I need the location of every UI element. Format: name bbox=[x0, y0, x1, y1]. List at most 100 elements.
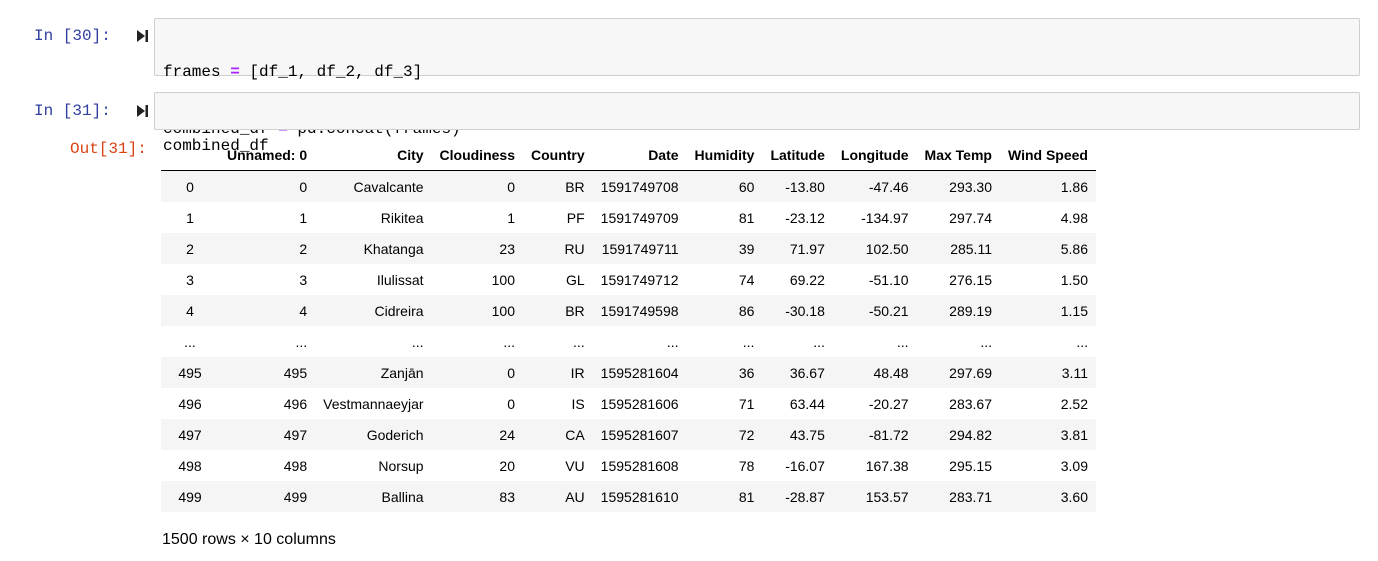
table-cell: 1595281604 bbox=[600, 364, 679, 381]
table-cell: BR bbox=[565, 302, 585, 319]
table-cell: 81 bbox=[738, 209, 755, 226]
step-forward-icon[interactable] bbox=[135, 29, 149, 43]
table-cell: Cavalcante bbox=[353, 178, 424, 195]
table-cell: 1.86 bbox=[1060, 178, 1088, 195]
table-cell: ... bbox=[1076, 333, 1088, 350]
table-cell: Cidreira bbox=[374, 302, 424, 319]
output-prompt: Out[31]: bbox=[70, 140, 147, 158]
table-cell: 4 bbox=[299, 302, 308, 319]
input-prompt: In [30]: bbox=[34, 27, 111, 45]
table-cell: 0 bbox=[507, 178, 515, 195]
index-header bbox=[161, 140, 219, 171]
table-cell: 1595281610 bbox=[600, 488, 679, 505]
table-cell: CA bbox=[565, 426, 585, 443]
column-header: Wind Speed bbox=[999, 140, 1096, 171]
table-cell: 2 bbox=[299, 240, 308, 257]
table-cell: 3.60 bbox=[1060, 488, 1088, 505]
table-row: 497 497 Goderich 24 CA 1595281607 72 43.75 -81.7… bbox=[161, 419, 1096, 450]
row-index: 0 bbox=[186, 178, 194, 195]
table-cell: 0 bbox=[507, 364, 515, 381]
dataframe-table: Unnamed: 0 City Cloudiness Country Date Humid… bbox=[161, 140, 1096, 512]
table-cell: 293.30 bbox=[949, 178, 992, 195]
column-header: Unnamed: 0 bbox=[219, 140, 316, 171]
table-cell: 1595281608 bbox=[600, 457, 679, 474]
table-cell: 23 bbox=[499, 240, 515, 257]
table-cell: IR bbox=[570, 364, 585, 381]
table-cell: 0 bbox=[299, 178, 308, 195]
table-cell: 63.44 bbox=[789, 395, 825, 412]
table-cell: 1 bbox=[299, 209, 308, 226]
code-input[interactable]: combined_df bbox=[154, 92, 1360, 155]
table-cell: ... bbox=[980, 333, 992, 350]
table-cell: 60 bbox=[738, 178, 755, 195]
table-cell: AU bbox=[565, 488, 585, 505]
table-cell: 499 bbox=[283, 488, 308, 505]
table-cell: ... bbox=[411, 333, 424, 350]
table-cell: 285.11 bbox=[950, 240, 992, 257]
table-row: 499 499 Ballina 83 AU 1595281610 81 -28.87 153.5… bbox=[161, 481, 1096, 512]
table-cell: 496 bbox=[283, 395, 308, 412]
table-cell: 72 bbox=[738, 426, 755, 443]
table-cell: 71.97 bbox=[789, 240, 825, 257]
table-cell: -51.10 bbox=[868, 271, 909, 288]
table-cell: GL bbox=[565, 271, 585, 288]
table-cell: 276.15 bbox=[949, 271, 992, 288]
table-cell: ... bbox=[295, 333, 308, 350]
table-cell: Goderich bbox=[366, 426, 424, 443]
table-cell: IS bbox=[571, 395, 585, 412]
column-header: Cloudiness bbox=[431, 140, 523, 171]
table-cell: -30.18 bbox=[785, 302, 825, 319]
table-cell: VU bbox=[565, 457, 585, 474]
table-cell: -23.12 bbox=[785, 209, 825, 226]
table-cell: 100 bbox=[491, 302, 515, 319]
table-row: 0 0 Cavalcante 0 BR 1591749708 60 -13.80 -47.46 2… bbox=[161, 170, 1096, 202]
table-row: ................................. bbox=[161, 326, 1096, 357]
table-cell: RU bbox=[564, 240, 585, 257]
table-cell: 3.09 bbox=[1060, 457, 1088, 474]
table-cell: 2.52 bbox=[1060, 395, 1088, 412]
table-cell: 71 bbox=[738, 395, 755, 412]
step-forward-icon[interactable] bbox=[135, 104, 149, 118]
table-row: 495 495 Zanjān 0 IR 1595281604 36 36.67 48.48 297… bbox=[161, 357, 1096, 388]
table-cell: 297.69 bbox=[949, 364, 992, 381]
table-cell: 1 bbox=[507, 209, 515, 226]
table-cell: 4.98 bbox=[1060, 209, 1088, 226]
table-cell: 498 bbox=[283, 457, 308, 474]
table-cell: 495 bbox=[283, 364, 308, 381]
table-cell: 69.22 bbox=[789, 271, 825, 288]
table-cell: 153.57 bbox=[865, 488, 909, 505]
column-header: Max Temp bbox=[916, 140, 1000, 171]
table-cell: 1591749712 bbox=[600, 271, 679, 288]
table-cell: 283.71 bbox=[949, 488, 992, 505]
table-cell: ... bbox=[742, 333, 755, 350]
table-cell: 81 bbox=[738, 488, 755, 505]
table-cell: 86 bbox=[738, 302, 755, 319]
row-index: 1 bbox=[186, 209, 194, 226]
table-cell: 1591749708 bbox=[600, 178, 679, 195]
row-index: 498 bbox=[178, 457, 202, 474]
table-cell: ... bbox=[813, 333, 825, 350]
table-cell: ... bbox=[896, 333, 909, 350]
column-header: Latitude bbox=[762, 140, 833, 171]
table-cell: 5.86 bbox=[1060, 240, 1088, 257]
column-header: Longitude bbox=[832, 140, 917, 171]
table-cell: ... bbox=[573, 333, 585, 350]
table-cell: 283.67 bbox=[949, 395, 992, 412]
table-cell: 297.74 bbox=[949, 209, 992, 226]
table-cell: 36.67 bbox=[789, 364, 825, 381]
table-cell: Norsup bbox=[378, 457, 424, 474]
table-cell: 39 bbox=[738, 240, 755, 257]
table-cell: 1595281606 bbox=[600, 395, 679, 412]
table-row: 496 496 Vestmannaeyjar 0 IS 1595281606 71 63.44… bbox=[161, 388, 1096, 419]
table-cell: 289.19 bbox=[949, 302, 992, 319]
table-cell: 295.15 bbox=[949, 457, 992, 474]
table-cell: 497 bbox=[283, 426, 308, 443]
table-cell: 1591749709 bbox=[600, 209, 679, 226]
column-header: Country bbox=[523, 140, 593, 171]
table-cell: Vestmannaeyjar bbox=[323, 395, 424, 412]
table-cell: 1.50 bbox=[1060, 271, 1088, 288]
dataframe-shape: 1500 rows × 10 columns bbox=[162, 531, 336, 548]
table-cell: -50.21 bbox=[868, 302, 909, 319]
code-input[interactable]: frames = [df_1, df_2, df_3] combined_df … bbox=[154, 18, 1360, 138]
table-cell: 167.38 bbox=[865, 457, 909, 474]
